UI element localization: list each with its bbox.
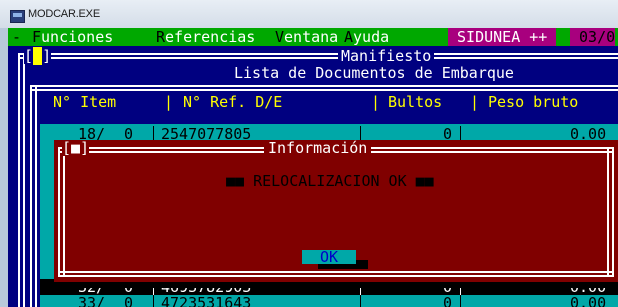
header-separator: | [371,93,381,111]
manifiesto-frame-top [18,53,618,59]
dialog-frame-right [607,147,614,277]
table-row[interactable]: 33/ 0 4723531643 0 0.00 [40,295,618,307]
menu-ayuda[interactable]: Ayuda [344,28,389,46]
col-header-ref[interactable]: N° Ref. D/E [183,90,282,114]
dialog-frame-bottom [58,271,614,277]
titlebar[interactable]: MODCAR.EXE [0,0,618,28]
sidunea-indicator: SIDUNEA ++ [448,28,557,46]
ok-button[interactable]: OK [302,250,356,265]
col-header-item[interactable]: N° Item [53,90,116,114]
manifiesto-frame-left [18,53,25,307]
dialog-close-button[interactable]: [■] [62,140,90,156]
table-frame-left [30,85,37,307]
menu-funciones[interactable]: Funciones [32,28,113,46]
date-indicator: 03/0 [570,28,616,46]
close-box-icon: ■ [33,47,43,65]
manifiesto-title: Manifiesto [338,49,435,64]
menu-referencias[interactable]: Referencias [156,28,255,46]
info-dialog: [■] Información ■■ RELOCALIZACION OK ■■ … [54,140,618,282]
manifiesto-subtitle: Lista de Documentos de Embarque [234,64,514,82]
header-separator: | [164,93,174,111]
app-icon [10,10,25,23]
dialog-frame-left [58,147,65,277]
col-header-peso[interactable]: Peso bruto [488,90,578,114]
dialog-message: ■■ RELOCALIZACION OK ■■ [226,172,434,190]
menu-bar: - Funciones Referencias Ventana Ayuda SI… [8,28,618,46]
console-area: - Funciones Referencias Ventana Ayuda SI… [8,28,618,307]
table-header: N° Item | N° Ref. D/E | Bultos | Peso br… [48,90,618,114]
system-menu[interactable]: - [12,28,21,46]
dialog-title: Información [264,141,372,156]
menu-ventana[interactable]: Ventana [275,28,338,46]
header-separator: | [470,93,480,111]
col-header-bultos[interactable]: Bultos [388,90,442,114]
manifiesto-close-button[interactable]: [■] [24,47,52,65]
window-title: MODCAR.EXE [28,8,100,20]
